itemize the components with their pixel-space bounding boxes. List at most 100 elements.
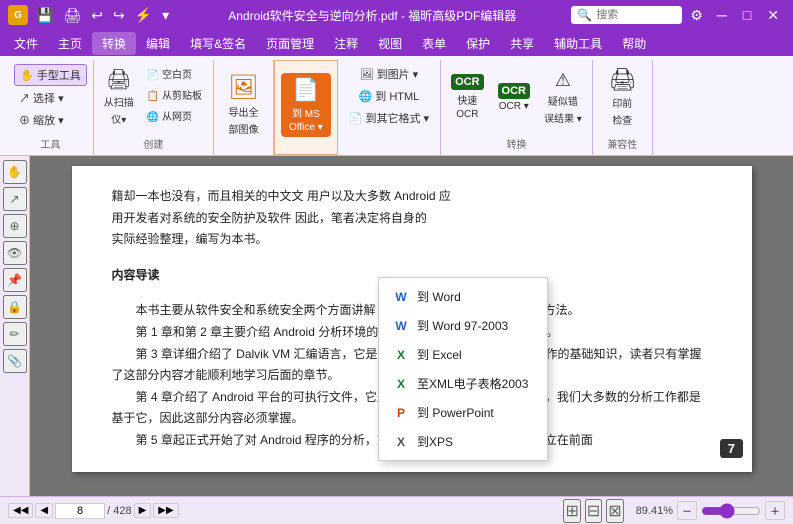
to-xml-item[interactable]: X 至XML电子表格2003 xyxy=(379,369,547,398)
to-word97-label: 到 Word 97-2003 xyxy=(417,317,508,334)
zoom-slider[interactable] xyxy=(701,503,761,519)
ocr-content: OCR 快速 OCR OCR OCR ▾ ⚠ 疑似错 误结果 ▾ xyxy=(447,60,586,134)
export-img-content: 🖼 导出全 部图像 xyxy=(224,60,264,149)
print-btn[interactable]: 🖨 xyxy=(59,5,85,26)
zoom-sidebar[interactable]: ⊕ xyxy=(3,214,27,238)
ribbon-group-export-img: 🖼 导出全 部图像 xyxy=(214,60,274,155)
blank-page-btn[interactable]: 📄 空白页 xyxy=(142,64,207,83)
word97-icon: W xyxy=(393,318,409,334)
search-bar[interactable]: 🔍 xyxy=(571,6,682,24)
ribbon-group-preflight: 🖨 印前 检查 兼容性 xyxy=(593,60,653,155)
menu-fill-sign[interactable]: 填写&签名 xyxy=(180,32,256,55)
page-navigation: ◀◀ ◀ / 428 ▶ ▶▶ xyxy=(8,503,179,519)
lock-sidebar[interactable]: 🔒 xyxy=(3,295,27,319)
to-ms-office-btn[interactable]: 📄 到 MS Office ▾ xyxy=(281,73,331,137)
restore-btn[interactable]: □ xyxy=(737,5,757,25)
page-separator: / 428 xyxy=(107,505,131,517)
dropdown-btn[interactable]: ▾ xyxy=(158,5,173,26)
ribbon-group-ocr: OCR 快速 OCR OCR OCR ▾ ⚠ 疑似错 误结果 ▾ 转换 xyxy=(441,60,593,155)
bookmark-sidebar[interactable]: 📌 xyxy=(3,268,27,292)
hand-tool-btn[interactable]: ✋ 手型工具 xyxy=(14,64,87,86)
document-area: 籍却一本也没有，而且相关的中文文 用户以及大多数 Android 应 用开发者对… xyxy=(30,156,793,496)
ocr-dropdown-btn[interactable]: OCR OCR ▾ xyxy=(494,80,534,115)
ribbon-group-create: 🖨 从扫描 仪▾ 📄 空白页 📋 从剪贴板 🌐 从网页 创建 xyxy=(94,60,214,155)
export-all-images-btn[interactable]: 🖼 导出全 部图像 xyxy=(224,70,264,139)
menu-forms[interactable]: 表单 xyxy=(412,32,456,55)
eye-sidebar[interactable]: 👁 xyxy=(3,241,27,265)
create-content: 🖨 从扫描 仪▾ 📄 空白页 📋 从剪贴板 🌐 从网页 xyxy=(100,60,207,134)
to-image-btn[interactable]: 🖼 到图片 ▾ xyxy=(355,64,424,84)
close-btn[interactable]: ✕ xyxy=(761,5,785,26)
next-page-btn[interactable]: ▶ xyxy=(134,503,152,518)
menu-home[interactable]: 主页 xyxy=(48,32,92,55)
left-sidebar: ✋ ↗ ⊕ 👁 📌 🔒 ✏ 📎 xyxy=(0,156,30,496)
page-num-badge: 7 xyxy=(720,439,743,458)
to-other-btn[interactable]: 📄 到其它格式 ▾ xyxy=(344,108,434,128)
zoom-tool-btn[interactable]: ⊕ 缩放 ▾ xyxy=(14,110,87,130)
quick-btn[interactable]: ⚡ xyxy=(131,5,156,26)
menu-view[interactable]: 视图 xyxy=(368,32,412,55)
ribbon-group-ms-office: 📄 到 MS Office ▾ xyxy=(274,60,338,155)
to-word-item[interactable]: W 到 Word xyxy=(379,282,547,311)
menu-pages[interactable]: 页面管理 xyxy=(256,32,324,55)
other-formats-content: 🖼 到图片 ▾ 🌐 到 HTML 📄 到其它格式 ▾ xyxy=(344,60,434,149)
to-excel-label: 到 Excel xyxy=(417,346,462,363)
undo-btn[interactable]: ↩ xyxy=(87,5,107,26)
search-input[interactable] xyxy=(596,9,676,21)
menu-help[interactable]: 帮助 xyxy=(612,32,656,55)
prev-page-btn[interactable]: ◀ xyxy=(35,503,53,518)
create-label: 创建 xyxy=(143,134,163,151)
window-title: Android软件安全与逆向分析.pdf - 福昕高级PDF编辑器 xyxy=(173,7,571,24)
app-icon: G xyxy=(8,5,28,25)
ribbon-groups: ✋ 手型工具 ↗ 选择 ▾ ⊕ 缩放 ▾ 工具 🖨 从扫描 仪▾ 📄 空白页 xyxy=(8,60,785,155)
menu-accessibility[interactable]: 辅助工具 xyxy=(544,32,612,55)
zoom-in-btn[interactable]: ＋ xyxy=(765,501,785,520)
settings-icon[interactable]: ⚙ xyxy=(686,5,707,26)
preflight-content: 🖨 印前 检查 xyxy=(604,60,640,134)
to-html-btn[interactable]: 🌐 到 HTML xyxy=(354,86,425,106)
xml-icon: X xyxy=(393,376,409,392)
to-xps-item[interactable]: X 到XPS xyxy=(379,427,547,456)
hand-tool-sidebar[interactable]: ✋ xyxy=(3,160,27,184)
status-bar: ◀◀ ◀ / 428 ▶ ▶▶ ⊞ ⊟ ⊠ 89.41% － ＋ xyxy=(0,496,793,524)
menu-file[interactable]: 文件 xyxy=(4,32,48,55)
ocr-errors-btn[interactable]: ⚠ 疑似错 误结果 ▾ xyxy=(540,67,586,128)
quick-ocr-btn[interactable]: OCR 快速 OCR xyxy=(447,71,487,123)
from-clipboard-btn[interactable]: 📋 从剪贴板 xyxy=(142,85,207,104)
menu-protect[interactable]: 保护 xyxy=(456,32,500,55)
to-excel-item[interactable]: X 到 Excel xyxy=(379,340,547,369)
zoom-out-btn[interactable]: － xyxy=(677,501,697,520)
current-page-input[interactable] xyxy=(55,503,105,519)
minimize-btn[interactable]: ─ xyxy=(711,5,733,25)
tools-content: ✋ 手型工具 ↗ 选择 ▾ ⊕ 缩放 ▾ xyxy=(14,60,87,134)
menu-comments[interactable]: 注释 xyxy=(324,32,368,55)
select-tool-btn[interactable]: ↗ 选择 ▾ xyxy=(14,88,87,108)
menu-share[interactable]: 共享 xyxy=(500,32,544,55)
ms-office-content: 📄 到 MS Office ▾ xyxy=(281,61,331,148)
to-word-label: 到 Word xyxy=(417,288,461,305)
search-icon: 🔍 xyxy=(577,8,592,22)
title-bar-left: G 💾 🖨 ↩ ↪ ⚡ ▾ xyxy=(8,5,173,26)
link-sidebar[interactable]: 📎 xyxy=(3,349,27,373)
last-page-btn[interactable]: ▶▶ xyxy=(153,503,178,518)
redo-btn[interactable]: ↪ xyxy=(109,5,129,26)
to-xml-label: 至XML电子表格2003 xyxy=(417,375,528,392)
ribbon: ✋ 手型工具 ↗ 选择 ▾ ⊕ 缩放 ▾ 工具 🖨 从扫描 仪▾ 📄 空白页 xyxy=(0,56,793,156)
to-word97-item[interactable]: W 到 Word 97-2003 xyxy=(379,311,547,340)
scan-btn[interactable]: 🖨 从扫描 仪▾ xyxy=(100,64,138,129)
from-web-btn[interactable]: 🌐 从网页 xyxy=(142,106,207,125)
menu-edit[interactable]: 编辑 xyxy=(136,32,180,55)
title-bar-right: 🔍 ⚙ ─ □ ✕ xyxy=(571,5,785,26)
title-bar: G 💾 🖨 ↩ ↪ ⚡ ▾ Android软件安全与逆向分析.pdf - 福昕高… xyxy=(0,0,793,30)
main-area: ✋ ↗ ⊕ 👁 📌 🔒 ✏ 📎 籍却一本也没有，而且相关的中文文 用户以及大多数… xyxy=(0,156,793,496)
quick-access-toolbar: 💾 🖨 ↩ ↪ ⚡ ▾ xyxy=(32,5,173,26)
word-icon: W xyxy=(393,289,409,305)
preflight-btn[interactable]: 🖨 印前 检查 xyxy=(604,64,640,130)
save-btn[interactable]: 💾 xyxy=(32,5,57,26)
arrow-tool-sidebar[interactable]: ↗ xyxy=(3,187,27,211)
menu-convert[interactable]: 转换 xyxy=(92,32,136,55)
ribbon-group-tools: ✋ 手型工具 ↗ 选择 ▾ ⊕ 缩放 ▾ 工具 xyxy=(8,60,94,155)
to-powerpoint-item[interactable]: P 到 PowerPoint xyxy=(379,398,547,427)
first-page-btn[interactable]: ◀◀ xyxy=(8,503,33,518)
pen-sidebar[interactable]: ✏ xyxy=(3,322,27,346)
